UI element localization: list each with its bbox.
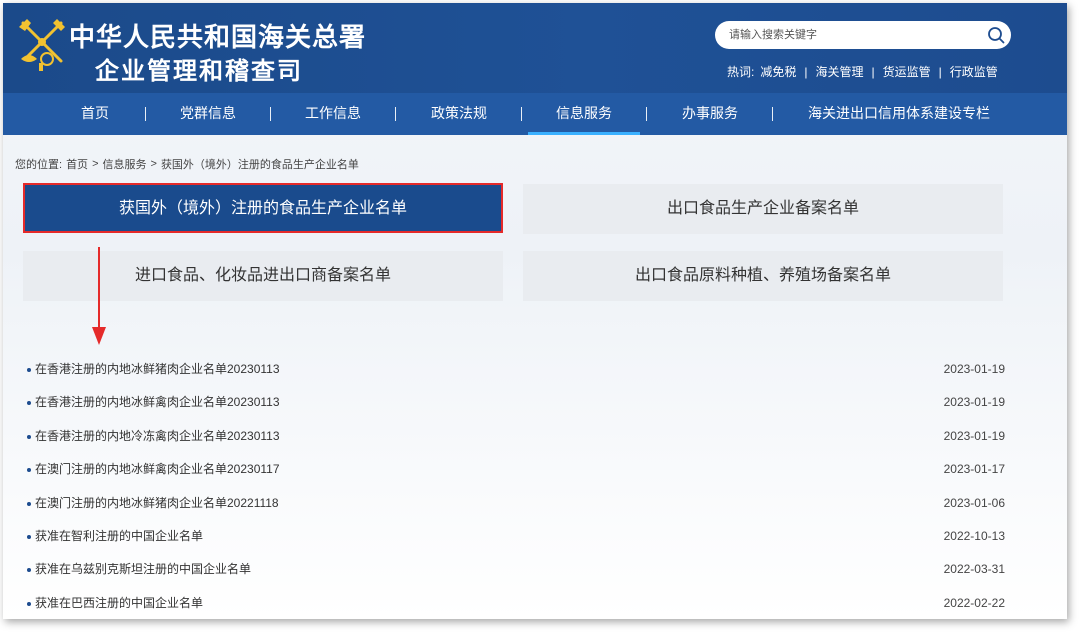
list-item: 在香港注册的内地冷冻禽肉企业名单20230113 2023-01-19 [25, 420, 1005, 453]
category-tile-planting-farms[interactable]: 出口食品原料种植、养殖场备案名单 [523, 251, 1003, 301]
nav-item-home[interactable]: 首页 [81, 93, 109, 135]
list-item-date: 2023-01-06 [943, 495, 1005, 510]
breadcrumb-prefix: 您的位置: [15, 159, 63, 171]
bullet-icon [27, 468, 31, 473]
breadcrumb-current: 获国外（境外）注册的食品生产企业名单 [160, 159, 359, 171]
list-item-date: 2022-03-31 [943, 562, 1005, 577]
nav-separator [772, 107, 773, 121]
hotword-link[interactable]: 行政监管 [948, 63, 1000, 80]
list-item-link[interactable]: 在香港注册的内地冰鲜猪肉企业名单20230113 [35, 353, 280, 386]
list-item: 获准在乌兹别克斯坦注册的中国企业名单 2022-03-31 [25, 553, 1005, 586]
list-item-link[interactable]: 在澳门注册的内地冰鲜禽肉企业名单20230117 [35, 453, 280, 486]
search-icon[interactable] [987, 26, 1005, 44]
page-frame: 中华人民共和国海关总署 企业管理和稽查司 热词: 减免税 | 海关管理 | 货运… [3, 3, 1067, 619]
hotword-link[interactable]: 货运监管 [881, 63, 933, 80]
separator: | [804, 64, 808, 79]
list-item: 在澳门注册的内地冰鲜猪肉企业名单20221118 2023-01-06 [25, 487, 1005, 520]
list-item: 获准在巴西注册的中国企业名单 2022-02-22 [25, 587, 1005, 619]
nav-item-affairs[interactable]: 办事服务 [682, 93, 738, 135]
main-nav: 首页 党群信息 工作信息 政策法规 信息服务 办事服务 海关进出口信用体系建设专… [3, 93, 1067, 135]
breadcrumb-separator: > [150, 158, 157, 170]
list-item-link[interactable]: 在香港注册的内地冷冻禽肉企业名单20230113 [35, 420, 280, 453]
bullet-icon [27, 401, 31, 406]
list-item-link[interactable]: 在香港注册的内地冰鲜禽肉企业名单20230113 [35, 386, 280, 419]
list-item-link[interactable]: 获准在乌兹别克斯坦注册的中国企业名单 [35, 553, 251, 586]
news-list: 在香港注册的内地冰鲜猪肉企业名单20230113 2023-01-19 在香港注… [25, 353, 1005, 619]
list-item-date: 2023-01-19 [943, 362, 1005, 376]
bullet-icon [27, 368, 31, 372]
list-item-date: 2022-02-22 [943, 595, 1005, 610]
list-item: 获准在智利注册的中国企业名单 2022-10-13 [25, 520, 1005, 553]
list-item: 在香港注册的内地冰鲜禽肉企业名单20230113 2023-01-19 [25, 386, 1005, 419]
hot-keywords: 热词: 减免税 | 海关管理 | 货运监管 | 行政监管 [727, 63, 1000, 80]
nav-separator [646, 107, 647, 121]
nav-item-credit-system[interactable]: 海关进出口信用体系建设专栏 [808, 93, 990, 135]
breadcrumb-home[interactable]: 首页 [62, 156, 88, 172]
separator: | [938, 64, 942, 79]
list-item-date: 2023-01-17 [943, 462, 1005, 477]
search-input[interactable] [729, 25, 969, 45]
site-title-sub: 企业管理和稽查司 [95, 56, 303, 85]
list-item: 在澳门注册的内地冰鲜禽肉企业名单20230117 2023-01-17 [25, 453, 1005, 486]
breadcrumb: 您的位置: 首页 > 信息服务 > 获国外（境外）注册的食品生产企业名单 [15, 156, 359, 172]
nav-item-party[interactable]: 党群信息 [180, 93, 236, 135]
hotword-link[interactable]: 海关管理 [813, 63, 865, 80]
category-tile-registered-abroad[interactable]: 获国外（境外）注册的食品生产企业名单 [23, 183, 503, 233]
category-tile-export-producers[interactable]: 出口食品生产企业备案名单 [523, 184, 1003, 234]
bullet-icon [27, 568, 31, 573]
nav-separator [395, 107, 396, 121]
nav-item-policy[interactable]: 政策法规 [431, 93, 487, 135]
annotation-arrow-icon [92, 247, 106, 345]
breadcrumb-info-service[interactable]: 信息服务 [103, 156, 147, 172]
list-item-date: 2023-01-19 [943, 395, 1005, 410]
hotword-link[interactable]: 减免税 [758, 63, 798, 80]
site-header: 中华人民共和国海关总署 企业管理和稽查司 热词: 减免税 | 海关管理 | 货运… [3, 3, 1067, 93]
site-title-main: 中华人民共和国海关总署 [69, 23, 367, 53]
search-box [715, 21, 1011, 49]
bullet-icon [27, 534, 31, 539]
customs-emblem-icon [19, 19, 65, 71]
separator: | [871, 64, 875, 79]
list-item-link[interactable]: 获准在巴西注册的中国企业名单 [35, 587, 203, 619]
nav-separator [145, 107, 146, 121]
bullet-icon [27, 434, 31, 439]
bullet-icon [27, 501, 31, 506]
list-item: 在香港注册的内地冰鲜猪肉企业名单20230113 2023-01-19 [25, 353, 1005, 386]
breadcrumb-separator: > [92, 158, 99, 170]
nav-item-info-service[interactable]: 信息服务 [528, 93, 640, 135]
list-item-date: 2022-10-13 [943, 528, 1005, 543]
nav-separator [521, 107, 522, 121]
list-item-date: 2023-01-19 [943, 428, 1005, 443]
hot-keywords-label: 热词: [727, 65, 755, 79]
list-item-link[interactable]: 在澳门注册的内地冰鲜猪肉企业名单20221118 [35, 487, 279, 520]
nav-item-work[interactable]: 工作信息 [305, 93, 361, 135]
list-item-link[interactable]: 获准在智利注册的中国企业名单 [35, 520, 203, 553]
nav-separator [270, 107, 271, 121]
bullet-icon [27, 601, 31, 606]
